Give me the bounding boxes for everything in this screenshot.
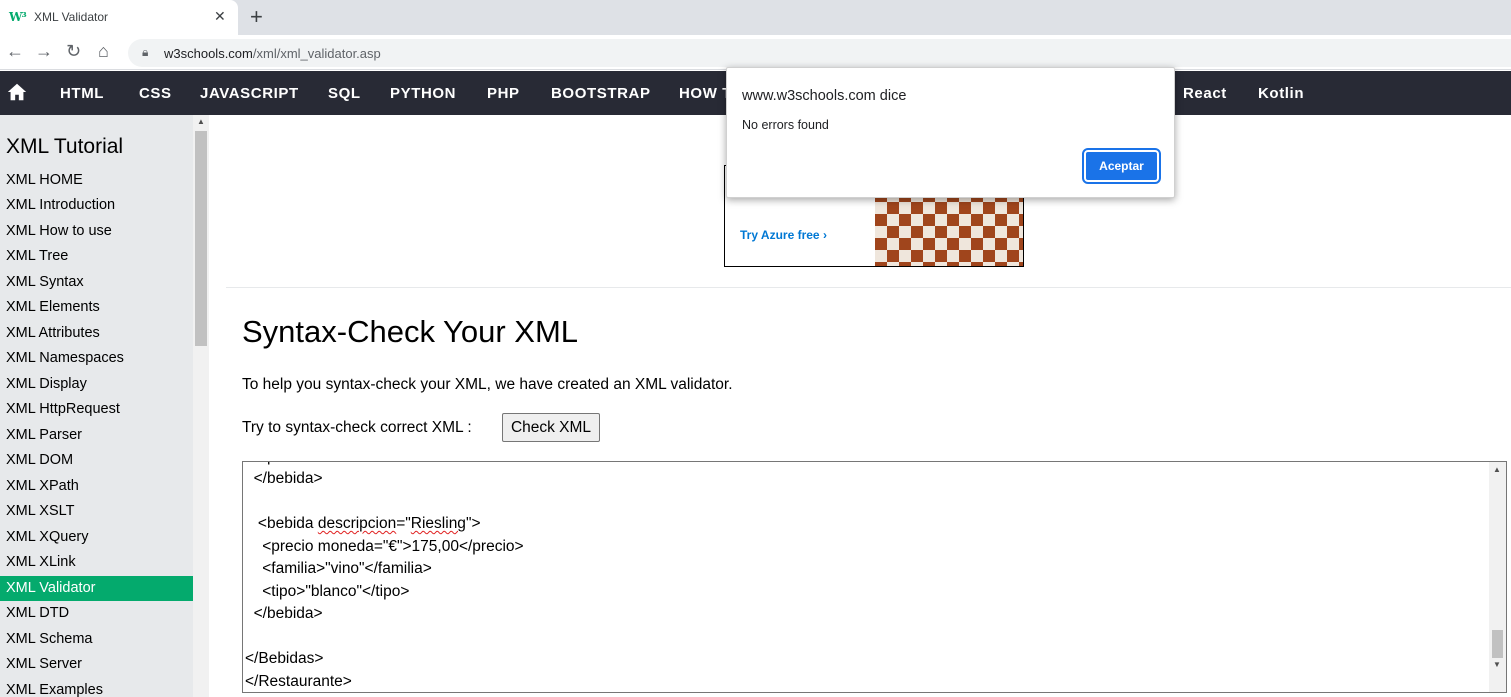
new-tab-icon[interactable]: + [250, 4, 263, 30]
topnav-bootstrap[interactable]: BOOTSTRAP [551, 85, 651, 102]
sidebar-item-xml-xslt[interactable]: XML XSLT [0, 499, 193, 524]
tab-title: XML Validator [34, 10, 109, 24]
back-icon[interactable]: ← [6, 41, 24, 62]
divider [226, 287, 1511, 288]
sidebar-title: XML Tutorial [6, 135, 124, 158]
sidebar-item-xml-attributes[interactable]: XML Attributes [0, 321, 193, 346]
home-icon[interactable] [6, 81, 28, 103]
accept-button[interactable]: Aceptar [1082, 148, 1161, 184]
close-tab-icon[interactable]: ✕ [214, 8, 226, 25]
code-line-partial: </precio> [245, 462, 319, 466]
sidebar-item-xml-schema[interactable]: XML Schema [0, 627, 193, 652]
browser-tab[interactable]: W³ XML Validator ✕ [0, 0, 238, 35]
code-line-spellcheck: <bebida descripcion="Riesling"> [245, 515, 481, 532]
browser-tab-strip: W³ XML Validator ✕ + [0, 0, 1511, 35]
code-line: <precio moneda="€">175,00</precio> [245, 538, 524, 555]
scroll-up-arrow-icon[interactable]: ▲ [1493, 465, 1501, 474]
sidebar-item-xml-introduction[interactable]: XML Introduction [0, 193, 193, 218]
chevron-right-icon: › [822, 228, 827, 242]
topnav-css[interactable]: CSS [139, 85, 172, 102]
topnav-kotlin[interactable]: Kotlin [1258, 85, 1304, 102]
sidebar: XML Tutorial XML HOME XML Introduction X… [0, 115, 209, 697]
sidebar-item-xml-examples[interactable]: XML Examples [0, 678, 193, 697]
sidebar-item-xml-server[interactable]: XML Server [0, 652, 193, 677]
home-icon[interactable]: ⌂ [98, 41, 109, 62]
check-xml-button[interactable]: Check XML [502, 413, 600, 442]
topnav-react[interactable]: React [1183, 85, 1227, 102]
scroll-down-arrow-icon[interactable]: ▼ [1493, 660, 1501, 669]
ad-cta-link[interactable]: Try Azure free › [740, 228, 827, 242]
xml-textarea[interactable]: </precio> </bebida> <bebida descripcion=… [242, 461, 1507, 693]
dialog-message: No errors found [742, 118, 829, 132]
code-line: </bebida> [245, 605, 323, 622]
code-line: <familia>"vino"</familia> [245, 560, 432, 577]
sidebar-item-xml-xquery[interactable]: XML XQuery [0, 525, 193, 550]
topnav-javascript[interactable]: JAVASCRIPT [200, 85, 299, 102]
sidebar-item-xml-how-to-use[interactable]: XML How to use [0, 219, 193, 244]
sidebar-item-xml-display[interactable]: XML Display [0, 372, 193, 397]
topnav-html[interactable]: HTML [60, 85, 104, 102]
sidebar-item-xml-namespaces[interactable]: XML Namespaces [0, 346, 193, 371]
sidebar-item-xml-xpath[interactable]: XML XPath [0, 474, 193, 499]
sidebar-item-xml-httprequest[interactable]: XML HttpRequest [0, 397, 193, 422]
forward-icon[interactable]: → [35, 41, 53, 62]
alert-dialog: www.w3schools.com dice No errors found A… [726, 67, 1175, 198]
scroll-up-arrow-icon[interactable]: ▲ [197, 117, 205, 126]
lock-icon[interactable]: 🔒︎ [142, 45, 148, 60]
topnav-php[interactable]: PHP [487, 85, 520, 102]
code-line: <tipo>"blanco"</tipo> [245, 583, 410, 600]
sidebar-item-xml-tree[interactable]: XML Tree [0, 244, 193, 269]
textarea-scrollbar[interactable]: ▲ ▼ [1489, 462, 1506, 692]
url-text: w3schools.com/xml/xml_validator.asp [164, 46, 381, 61]
reload-icon[interactable]: ↻ [66, 41, 81, 62]
w3schools-favicon-icon: W³ [9, 10, 27, 24]
sidebar-scrollbar[interactable]: ▲ [193, 115, 209, 697]
intro-text: To help you syntax-check your XML, we ha… [242, 376, 733, 393]
topnav-sql[interactable]: SQL [328, 85, 361, 102]
code-line: </bebida> [245, 470, 323, 487]
sidebar-scrollbar-thumb[interactable] [195, 131, 207, 346]
browser-toolbar: ← → ↻ ⌂ 🔒︎ w3schools.com/xml/xml_validat… [0, 35, 1511, 70]
page-title: Syntax-Check Your XML [242, 314, 579, 349]
try-text: Try to syntax-check correct XML : [242, 419, 472, 436]
sidebar-item-xml-home[interactable]: XML HOME [0, 168, 193, 193]
topnav-python[interactable]: PYTHON [390, 85, 456, 102]
dialog-origin: www.w3schools.com dice [742, 88, 907, 104]
address-bar[interactable]: 🔒︎ w3schools.com/xml/xml_validator.asp [128, 39, 1511, 67]
sidebar-item-xml-validator[interactable]: XML Validator [0, 576, 193, 601]
sidebar-item-xml-dom[interactable]: XML DOM [0, 448, 193, 473]
sidebar-item-xml-syntax[interactable]: XML Syntax [0, 270, 193, 295]
textarea-scrollbar-thumb[interactable] [1492, 630, 1503, 658]
sidebar-item-xml-parser[interactable]: XML Parser [0, 423, 193, 448]
sidebar-item-xml-xlink[interactable]: XML XLink [0, 550, 193, 575]
code-line: </Bebidas> [245, 650, 324, 667]
main-content: Try Azure free › Syntax-Check Your XML T… [209, 115, 1511, 697]
code-line: </Restaurante> [245, 673, 352, 690]
sidebar-item-xml-dtd[interactable]: XML DTD [0, 601, 193, 626]
sidebar-item-xml-elements[interactable]: XML Elements [0, 295, 193, 320]
